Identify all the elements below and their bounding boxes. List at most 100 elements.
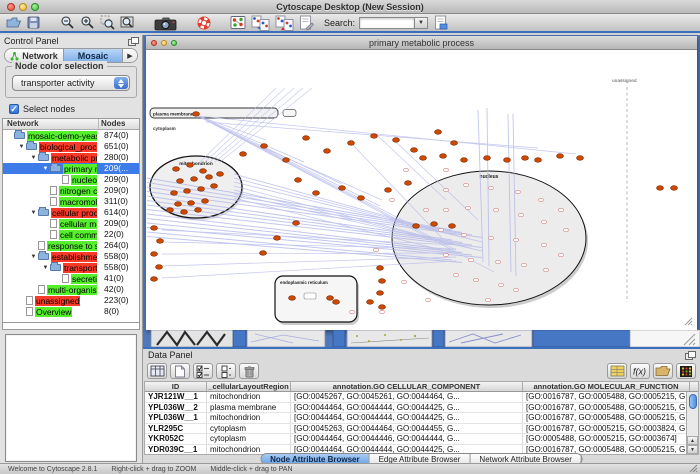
minimize-icon[interactable]: [19, 3, 27, 11]
gene-node-unhighlighted[interactable]: [541, 243, 546, 246]
gene-node-unhighlighted[interactable]: [563, 228, 568, 231]
gene-node[interactable]: [327, 296, 334, 301]
birds-eye-view[interactable]: [5, 334, 137, 462]
gene-node[interactable]: [177, 179, 184, 184]
gene-node[interactable]: [191, 177, 198, 182]
gene-node[interactable]: [181, 210, 188, 215]
delete-attribute-button[interactable]: [239, 363, 259, 379]
table-row[interactable]: YPL036W__2plasma membrane[GO:0044464, GO…: [145, 403, 698, 414]
gene-node[interactable]: [184, 189, 191, 194]
zoom-fit-button[interactable]: [120, 14, 136, 32]
zoom-selected-button[interactable]: [100, 14, 116, 32]
gene-node[interactable]: [431, 222, 438, 227]
gene-node[interactable]: [260, 251, 267, 256]
gene-node[interactable]: [333, 300, 340, 305]
tree-row[interactable]: ▼biological_process651(0): [3, 141, 139, 152]
column-header[interactable]: ID: [145, 382, 207, 391]
gene-node[interactable]: [324, 149, 331, 154]
gene-node[interactable]: [217, 172, 224, 177]
tree-row[interactable]: unassigned223(0): [3, 295, 139, 306]
scrollbar-thumb[interactable]: [689, 394, 697, 409]
column-header[interactable]: _cellularLayoutRegion: [207, 382, 291, 391]
disclosure-triangle-icon[interactable]: ▼: [17, 144, 26, 150]
vizmapper-button[interactable]: [299, 14, 314, 32]
net-close-icon[interactable]: [151, 40, 157, 46]
gene-node-unhighlighted[interactable]: [373, 248, 378, 251]
gene-node[interactable]: [167, 208, 174, 213]
save-button[interactable]: [26, 14, 42, 32]
network-overview-button[interactable]: [230, 14, 247, 32]
gene-node[interactable]: [198, 187, 205, 192]
gene-node-unhighlighted[interactable]: [558, 208, 563, 211]
gene-node[interactable]: [577, 156, 584, 161]
gene-node[interactable]: [175, 202, 182, 207]
tree-row[interactable]: secretion41(0): [3, 273, 139, 284]
scroll-down-icon[interactable]: ▼: [687, 445, 698, 454]
disclosure-triangle-icon[interactable]: ▼: [41, 166, 50, 172]
gene-node-unhighlighted[interactable]: [463, 183, 468, 186]
gene-node[interactable]: [449, 224, 456, 229]
gene-node-unhighlighted[interactable]: [443, 253, 448, 256]
disclosure-triangle-icon[interactable]: ▼: [29, 210, 38, 216]
gene-node[interactable]: [451, 141, 458, 146]
gene-node[interactable]: [435, 130, 442, 135]
gene-node[interactable]: [405, 181, 412, 186]
gene-node[interactable]: [557, 154, 564, 159]
tree-row[interactable]: cellular metabo209(0): [3, 218, 139, 229]
gene-node-unhighlighted[interactable]: [443, 188, 448, 191]
table-row[interactable]: YKR052Ccytoplasm[GO:0044464, GO:0044446,…: [145, 434, 698, 445]
gene-node[interactable]: [173, 167, 180, 172]
gene-node[interactable]: [440, 154, 447, 159]
tree-row[interactable]: ▼transport558(0): [3, 262, 139, 273]
zoom-window-icon[interactable]: [31, 3, 39, 11]
tree-row[interactable]: Overview8(0): [3, 306, 139, 317]
select-nodes-checkbox[interactable]: ✓: [9, 104, 19, 114]
gene-node-unhighlighted[interactable]: [443, 208, 448, 211]
gene-node-unhighlighted[interactable]: [403, 168, 408, 171]
gene-node[interactable]: [371, 134, 378, 139]
gene-node[interactable]: [151, 226, 158, 231]
table-row[interactable]: YLR295Ccytoplasm[GO:0045263, GO:0044464,…: [145, 424, 698, 435]
gene-node-unhighlighted[interactable]: [401, 280, 406, 283]
gene-node-unhighlighted[interactable]: [498, 283, 503, 286]
create-view-button[interactable]: [251, 14, 271, 32]
gene-node[interactable]: [657, 186, 664, 191]
float-panel-icon[interactable]: [128, 37, 138, 45]
table-row[interactable]: YJR121W__1mitochondrion[GO:0045267, GO:0…: [145, 392, 698, 403]
gene-node[interactable]: [411, 148, 418, 153]
gene-node[interactable]: [484, 156, 491, 161]
new-attribute-button[interactable]: [170, 363, 190, 379]
gene-node[interactable]: [202, 199, 209, 204]
gene-node-unhighlighted[interactable]: [438, 228, 443, 231]
tree-column-network[interactable]: Network: [3, 119, 99, 129]
gene-node-unhighlighted[interactable]: [461, 233, 466, 236]
plasma-membrane-region[interactable]: plasma membrane: [150, 108, 296, 118]
attribute-select-button[interactable]: [147, 363, 167, 379]
destroy-view-button[interactable]: [275, 14, 295, 32]
gene-node-unhighlighted[interactable]: [443, 168, 448, 171]
gene-node-unhighlighted[interactable]: [465, 206, 470, 209]
gene-node[interactable]: [240, 152, 247, 157]
gene-node-unhighlighted[interactable]: [485, 298, 490, 301]
gene-node-unhighlighted[interactable]: [515, 190, 520, 193]
gene-node-unhighlighted[interactable]: [521, 263, 526, 266]
gene-node-unhighlighted[interactable]: [488, 236, 493, 239]
data-panel-float-icon[interactable]: [685, 351, 695, 359]
gene-node[interactable]: [393, 138, 400, 143]
tree-row[interactable]: nucleobase-209(0): [3, 174, 139, 185]
gene-node[interactable]: [274, 236, 281, 241]
gene-node-unhighlighted[interactable]: [538, 198, 543, 201]
gene-node[interactable]: [171, 191, 178, 196]
tree-row[interactable]: ▼establishment of lo558(0): [3, 251, 139, 262]
select-all-attributes-button[interactable]: [193, 363, 213, 379]
gene-node[interactable]: [377, 266, 384, 271]
gene-node[interactable]: [289, 296, 296, 301]
more-tabs-arrow-icon[interactable]: ▶: [123, 49, 137, 62]
gene-node[interactable]: [348, 141, 355, 146]
gene-node[interactable]: [313, 191, 320, 196]
disclosure-triangle-icon[interactable]: ▼: [29, 254, 38, 260]
tree-row[interactable]: mosaic-demo-yeast874(0): [3, 130, 139, 141]
gene-node[interactable]: [671, 186, 678, 191]
gene-node[interactable]: [420, 156, 427, 161]
tree-row[interactable]: cell communicat22(0): [3, 229, 139, 240]
